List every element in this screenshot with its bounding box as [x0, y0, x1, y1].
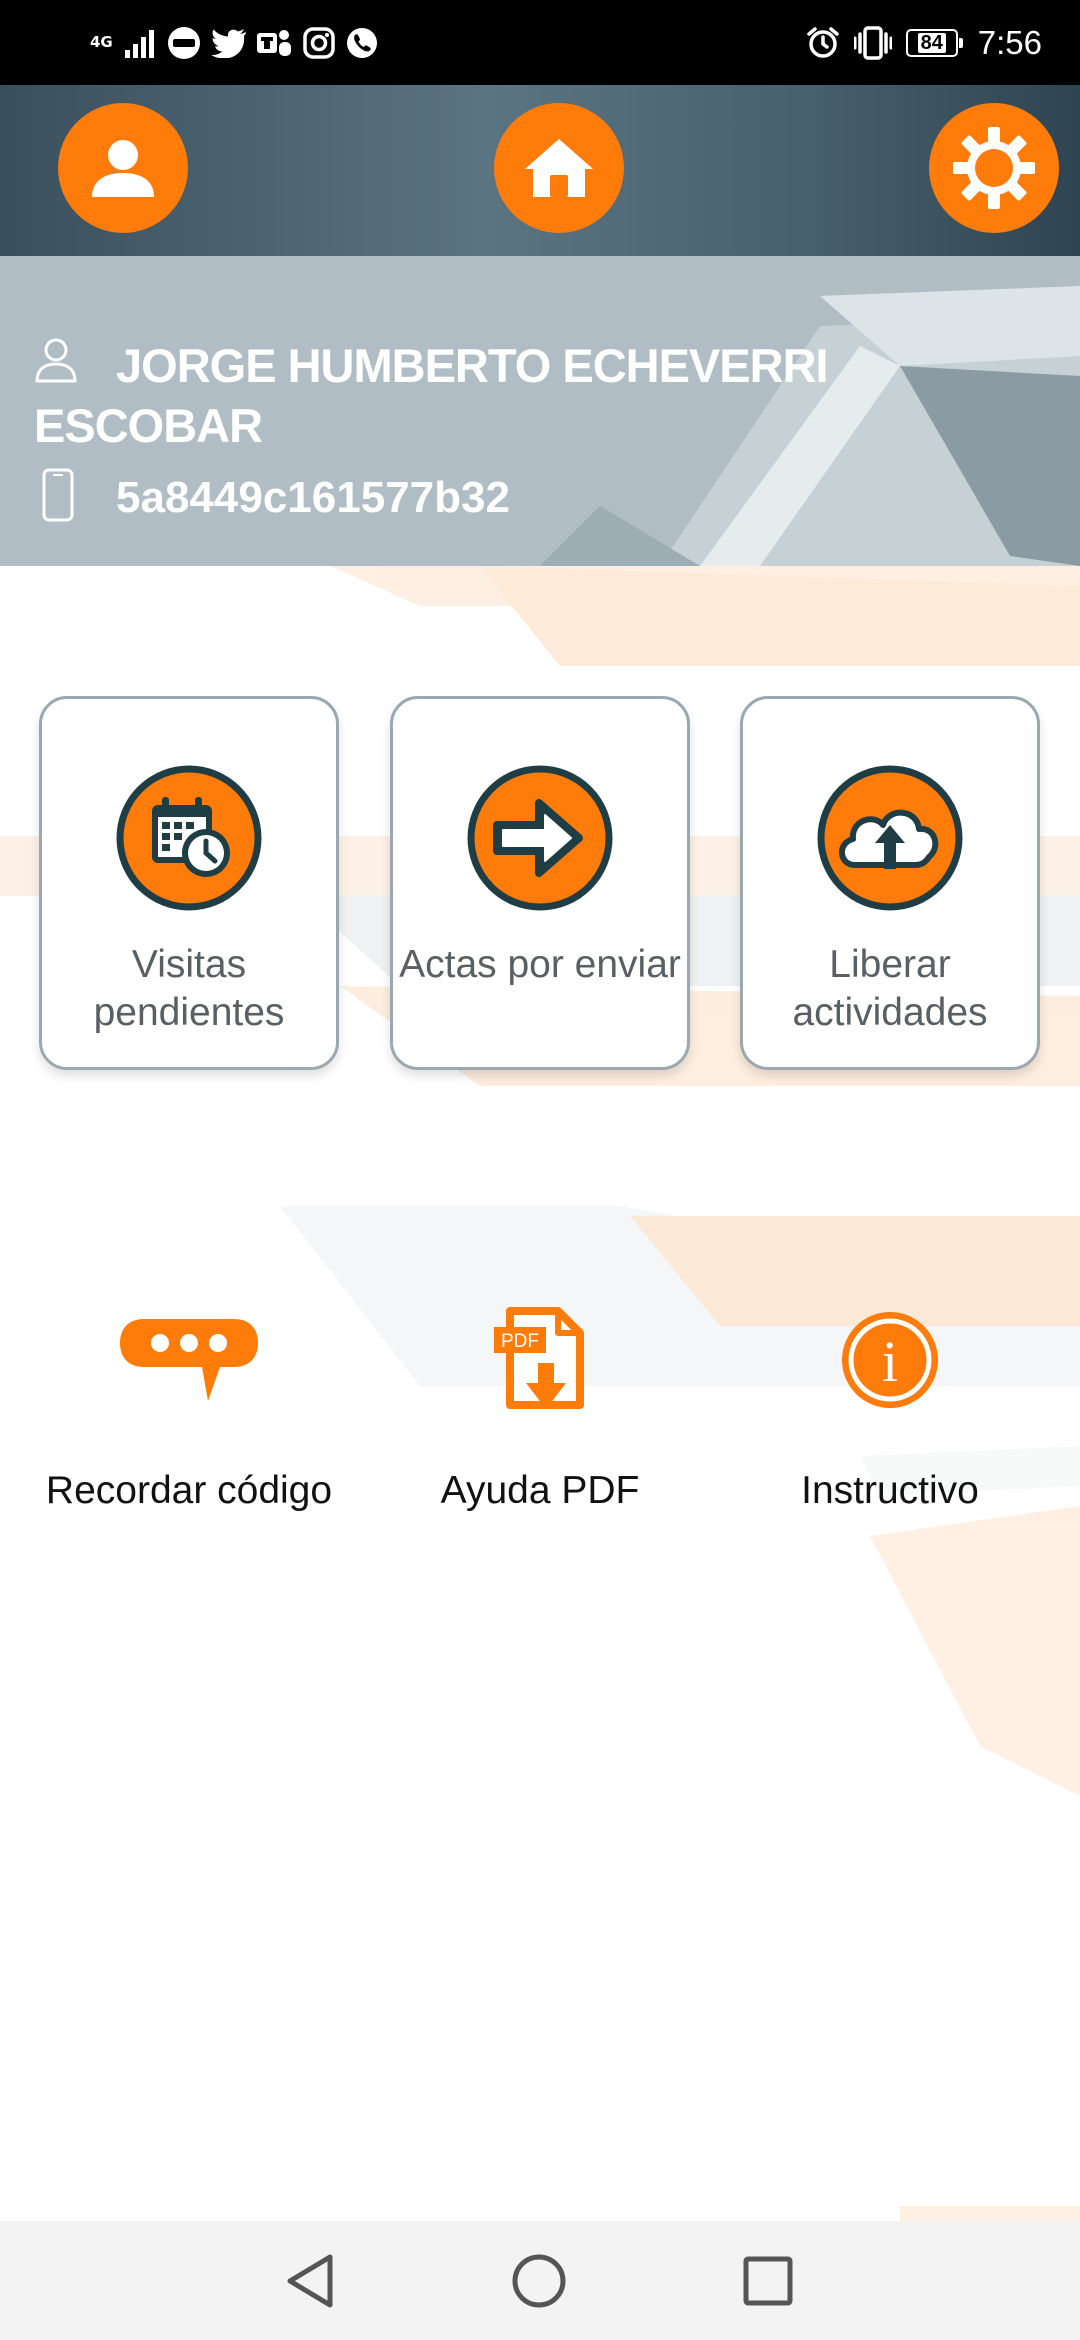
teams-icon	[256, 29, 291, 56]
chat-bubble-icon	[120, 1319, 258, 1401]
app-screen: 4G 84 7:56 JORGE HUMBERTO ECHEVERRI ESCO…	[0, 0, 1080, 2340]
user-info-panel: JORGE HUMBERTO ECHEVERRI ESCOBAR 5a8449c…	[0, 256, 1080, 566]
gear-icon	[953, 127, 1035, 209]
home-circle-icon	[512, 2254, 566, 2308]
pdf-icon: PDF	[494, 1307, 584, 1409]
back-triangle-icon	[287, 2254, 333, 2308]
instructivo-label: Instructivo	[801, 1469, 979, 1512]
vibrate-icon	[853, 25, 892, 60]
office-365-icon	[167, 26, 200, 59]
liberar-actividades-label: Liberar actividades	[792, 943, 988, 1034]
status-time: 7:56	[977, 23, 1042, 61]
signal-icon	[124, 29, 154, 58]
network-type-label: 4G	[90, 33, 113, 51]
instructivo-icon-wrap: i	[740, 1300, 1040, 1420]
info-icon: i	[842, 1312, 938, 1408]
cloud-upload-icon	[817, 765, 963, 911]
system-nav-bar	[0, 2221, 1080, 2340]
twitter-icon	[210, 28, 246, 58]
back-button[interactable]	[280, 2251, 340, 2311]
pdf-icon-text: PDF	[501, 1331, 539, 1352]
phone-icon	[42, 468, 74, 522]
alarm-icon	[807, 26, 839, 58]
recordar-codigo-icon-wrap	[39, 1300, 339, 1420]
recents-square-icon	[743, 2256, 793, 2306]
visitas-pendientes-label: Visitas pendientes	[93, 943, 285, 1034]
settings-button[interactable]	[929, 103, 1059, 233]
status-right-group: 84 7:56	[806, 20, 1042, 65]
user-name-row: JORGE HUMBERTO ECHEVERRI ESCOBAR	[34, 336, 894, 456]
top-nav-bar	[0, 85, 1080, 256]
profile-icon	[92, 140, 154, 197]
actas-por-enviar-label: Actas por enviar	[399, 943, 681, 986]
profile-button[interactable]	[58, 103, 188, 233]
recordar-codigo-label: Recordar código	[45, 1469, 333, 1512]
battery-level-label: 84	[917, 32, 946, 53]
system-home-button[interactable]	[509, 2251, 569, 2311]
home-icon	[525, 139, 593, 197]
ayuda-pdf-icon-wrap: PDF	[390, 1300, 690, 1420]
arrow-right-icon	[467, 765, 613, 911]
recents-button[interactable]	[738, 2251, 798, 2311]
user-full-name: JORGE HUMBERTO ECHEVERRI ESCOBAR	[34, 339, 829, 452]
liberar-actividades-card[interactable]: Liberar actividades	[740, 696, 1040, 1070]
instagram-icon	[303, 26, 335, 59]
calendar-clock-icon	[116, 765, 262, 911]
whatsapp-icon	[346, 27, 377, 58]
user-outline-icon	[35, 338, 77, 383]
visitas-pendientes-card[interactable]: Visitas pendientes	[39, 696, 339, 1070]
info-icon-text: i	[882, 1329, 898, 1394]
home-button[interactable]	[494, 103, 624, 233]
battery-indicator: 84	[905, 28, 963, 57]
status-left-group: 4G	[90, 20, 379, 65]
device-code: 5a8449c161577b32	[116, 473, 510, 522]
ayuda-pdf-label: Ayuda PDF	[440, 1469, 640, 1512]
actas-por-enviar-card[interactable]: Actas por enviar	[390, 696, 690, 1070]
status-bar: 4G 84 7:56	[0, 0, 1080, 85]
